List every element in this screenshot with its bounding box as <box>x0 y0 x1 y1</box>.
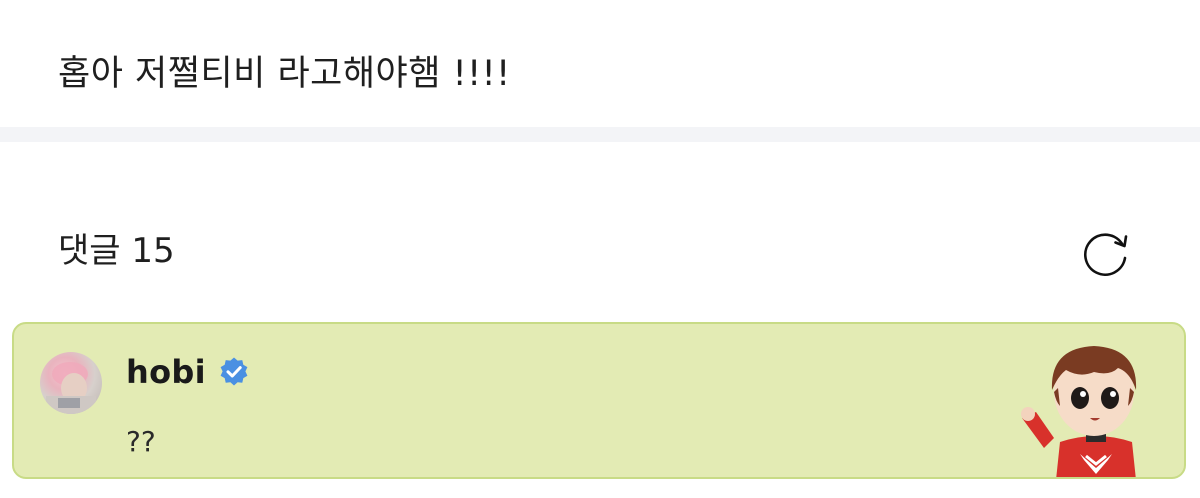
refresh-button[interactable] <box>1078 224 1134 280</box>
avatar-photo <box>46 362 96 414</box>
comment-text: ?? <box>126 425 156 458</box>
post-text: 홉아 저쩔티비 라고해야햄 !!!! <box>58 54 511 94</box>
comments-count-header: 댓글 15 <box>58 231 175 271</box>
verified-badge-icon <box>220 357 248 386</box>
avatar[interactable] <box>40 352 102 414</box>
comment-username[interactable]: hobi <box>126 353 206 391</box>
refresh-icon <box>1083 233 1128 276</box>
character-sticker-icon <box>1021 346 1137 477</box>
section-divider <box>0 127 1200 142</box>
comment-card[interactable]: hobi ?? <box>12 322 1186 479</box>
